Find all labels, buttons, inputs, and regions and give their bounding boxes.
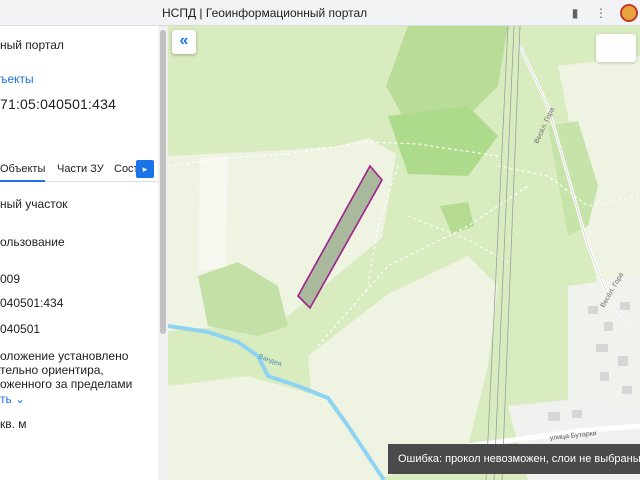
field-date: 009 [0,272,21,286]
building [548,412,560,421]
cadastral-number: 71:05:040501:434 [0,96,117,112]
map-controls[interactable] [596,34,636,62]
building [596,344,608,352]
field-number: 040501:434 [0,296,64,310]
forest-patch-center [388,106,498,176]
show-more-link[interactable]: ть ⌄ [0,392,25,406]
tab-parts[interactable]: Части ЗУ [57,163,104,175]
show-more-label: ть [0,392,12,406]
field-area: кв. м [0,417,27,431]
chevron-down-icon: ⌄ [15,392,26,406]
window-title: НСПД | Геоинформационный портал [162,6,368,20]
scrollbar-thumb[interactable] [160,30,166,334]
forest-patch-small [440,202,474,234]
field-quarter: 040501 [0,322,41,336]
field-type: ный участок [0,197,68,211]
field-address-line2: тельно ориентира, [0,363,104,377]
building [618,356,628,366]
building [572,410,582,418]
building [620,302,630,310]
field-address-line1: оложение установлено [0,349,129,363]
object-info-panel: ный портал ъекты 71:05:040501:434 Объект… [0,26,158,480]
error-toast: Ошибка: прокол невозможен, слои не выбра… [388,444,640,474]
field-area-strip [198,156,228,270]
info-tabs: Объекты Части ЗУ Соста ▸ [0,156,158,182]
tabs-next-button[interactable]: ▸ [136,160,154,178]
building [600,372,609,381]
map-view[interactable]: Весёл. Гора Весёл. Гора Вандея улица Бут… [168,26,640,480]
more-menu-icon[interactable]: ⋮ [592,4,610,22]
field-usage: ользование [0,235,65,249]
double-chevron-left-icon: « [179,32,189,49]
building [622,386,632,394]
objects-link[interactable]: ъекты [0,72,34,86]
building [604,322,613,331]
profile-avatar[interactable] [620,4,638,22]
building [588,306,598,314]
sidebar-scrollbar[interactable] [158,26,168,480]
tab-objects[interactable]: Объекты [0,163,46,182]
field-address-line3: оженного за пределами [0,377,133,391]
browser-titlebar: НСПД | Геоинформационный портал ▮ ⋮ [0,0,640,26]
portal-title: ный портал [0,38,64,52]
collapse-panel-button[interactable]: « [172,30,196,54]
bookmark-icon[interactable]: ▮ [566,4,584,22]
map-canvas[interactable]: Весёл. Гора Весёл. Гора Вандея улица Бут… [168,26,640,480]
